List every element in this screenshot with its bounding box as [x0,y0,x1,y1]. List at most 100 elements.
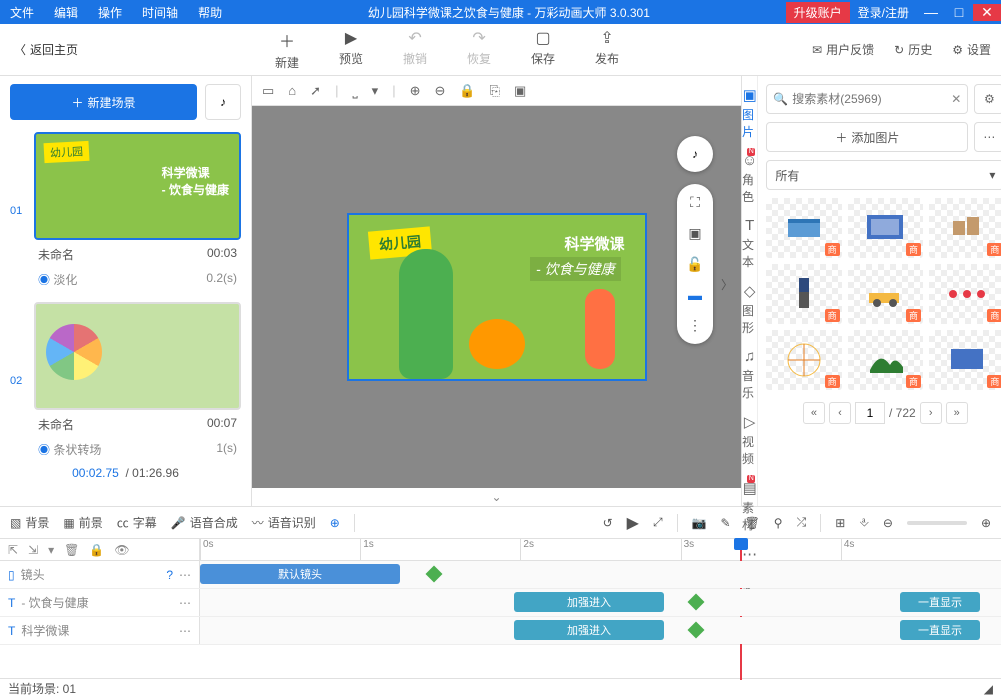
marker-icon[interactable]: ⎀ [859,515,869,530]
expand-arrow[interactable]: 〉 [721,276,733,293]
rewind-icon[interactable]: ↺ [603,516,613,530]
zoom-in-tl-icon[interactable]: ⊕ [981,516,991,530]
camera-icon[interactable]: ▣ [688,225,701,242]
page-input[interactable] [855,402,885,424]
scene-thumbnail[interactable]: 幼儿园 科学微课- 饮食与健康 [34,132,241,240]
maximize-button[interactable]: □ [945,4,973,21]
settings-button[interactable]: ⚙设置 [942,41,1001,58]
minimize-button[interactable]: — [917,4,945,21]
chevron-down-icon[interactable]: ▾ [372,83,379,99]
unlock-icon[interactable]: 🔓 [686,256,703,273]
more-button[interactable]: ⋯ [974,122,1001,152]
export-icon[interactable]: ⇱ [8,543,18,557]
preview-button[interactable]: ▶预览 [319,28,383,71]
asset-item[interactable]: 商 [929,198,1001,258]
keyframe-add-icon[interactable]: ⊞ [835,516,845,530]
align-bottom-icon[interactable]: ⎵ [352,83,357,99]
search-input[interactable] [792,92,947,106]
prev-page-button[interactable]: ‹ [829,402,851,424]
scene-thumbnail[interactable] [34,302,241,410]
screen-icon[interactable]: ▬ [688,287,702,303]
tab-image[interactable]: ▣图片 [742,84,757,142]
home-icon[interactable]: ⌂ [288,83,296,98]
canvas-stage[interactable]: 幼儿园 科学微课 - 饮食与健康 [252,106,741,488]
fullscreen-icon[interactable]: ⛶ [690,194,700,211]
lock-icon[interactable]: 🔒 [89,543,104,557]
tts-button[interactable]: 🎤语音合成 [171,514,238,531]
chevron-down-icon[interactable]: ▾ [48,543,54,557]
arrow-icon[interactable]: ➚ [310,83,321,99]
last-page-button[interactable]: » [946,402,968,424]
more-icon[interactable]: ⋮ [688,317,702,334]
menu-edit[interactable]: 编辑 [44,4,88,21]
clip-enhance-in[interactable]: 加强进入 [514,592,664,612]
clip-always-show[interactable]: 一直显示 [900,620,980,640]
filter-icon[interactable]: ⚲ [774,516,783,530]
track[interactable]: 加强进入 一直显示 [200,589,1001,616]
asset-item[interactable]: 商 [848,264,923,324]
zoom-slider[interactable] [907,521,967,525]
tab-text[interactable]: T文本 [742,215,757,272]
edit-icon[interactable]: ✎ [721,516,731,530]
zoom-in-icon[interactable]: ⊕ [410,83,421,99]
audio-button[interactable]: ♪ [205,84,241,120]
new-scene-button[interactable]: ＋新建场景 [10,84,197,120]
play-icon[interactable]: ▶ [627,513,639,533]
first-page-button[interactable]: « [803,402,825,424]
more-icon[interactable]: ⋯ [179,568,191,582]
asset-item[interactable]: 商 [848,330,923,390]
scene-item[interactable]: 02 未命名00:07 ◉ 条状转场1(s) [10,302,241,460]
scene-item[interactable]: 01 幼儿园 科学微课- 饮食与健康 未命名00:03 ◉ 淡化0.2(s) [10,132,241,290]
new-button[interactable]: ＋新建 [255,28,319,71]
next-page-button[interactable]: › [920,402,942,424]
zoom-out-tl-icon[interactable]: ⊖ [883,516,893,530]
menu-help[interactable]: 帮助 [188,4,232,21]
keyframe[interactable] [688,594,705,611]
clip-always-show[interactable]: 一直显示 [900,592,980,612]
timeline-ruler[interactable]: 0s 1s 2s 3s 4s [200,539,1001,560]
zoom-out-icon[interactable]: ⊖ [434,83,445,99]
undo-button[interactable]: ↶撤销 [383,28,447,71]
more-circle-icon[interactable]: ⊕ [330,516,340,530]
lock-icon[interactable]: 🔒 [459,83,475,99]
shuffle-icon[interactable]: ⤮ [797,515,807,530]
menu-timeline[interactable]: 时间轴 [132,4,188,21]
save-button[interactable]: ▢保存 [511,28,575,71]
float-music-button[interactable]: ♪ [677,136,713,172]
clip-enhance-in[interactable]: 加强进入 [514,620,664,640]
more-icon[interactable]: ⋯ [179,624,191,638]
eye-icon[interactable]: 👁 [114,543,129,557]
asset-item[interactable]: 商 [929,264,1001,324]
clear-icon[interactable]: ✕ [951,92,961,106]
asr-button[interactable]: 〰语音识别 [252,514,316,531]
track[interactable]: 默认镜头 [200,561,1001,588]
tab-music[interactable]: ♫音乐 [742,346,757,403]
track[interactable]: 加强进入 一直显示 [200,617,1001,644]
add-image-button[interactable]: ＋添加图片 [766,122,968,152]
camera-icon[interactable]: 📷 [692,516,707,530]
category-select[interactable]: 所有▾ [766,160,1001,190]
asset-item[interactable]: 商 [929,330,1001,390]
help-icon[interactable]: ? [166,568,173,582]
canvas-collapse[interactable]: ⌄ [252,488,741,506]
more-icon[interactable]: ⋯ [179,596,191,610]
asset-item[interactable]: 商 [766,198,841,258]
upgrade-button[interactable]: 升级账户 [786,2,850,23]
tab-shape[interactable]: ◇图形 [742,280,757,338]
publish-button[interactable]: ⇪发布 [575,28,639,71]
asset-item[interactable]: 商 [848,198,923,258]
clip-default-shot[interactable]: 默认镜头 [200,564,400,584]
redo-button[interactable]: ↷恢复 [447,28,511,71]
slide[interactable]: 幼儿园 科学微课 - 饮食与健康 [347,213,647,381]
trash-icon[interactable]: 🗑 [64,543,79,557]
import-icon[interactable]: ⇲ [28,543,38,557]
asset-item[interactable]: 商 [766,330,841,390]
foreground-button[interactable]: ▦前景 [63,514,102,531]
close-button[interactable]: ✕ [973,4,1001,21]
expand-icon[interactable]: ⤢ [653,515,663,530]
tab-video[interactable]: ▷视频 [742,411,757,469]
keyframe[interactable] [688,622,705,639]
menu-action[interactable]: 操作 [88,4,132,21]
tab-material[interactable]: ▤素材N [742,477,757,535]
tab-character[interactable]: ☺角色N [742,150,757,207]
